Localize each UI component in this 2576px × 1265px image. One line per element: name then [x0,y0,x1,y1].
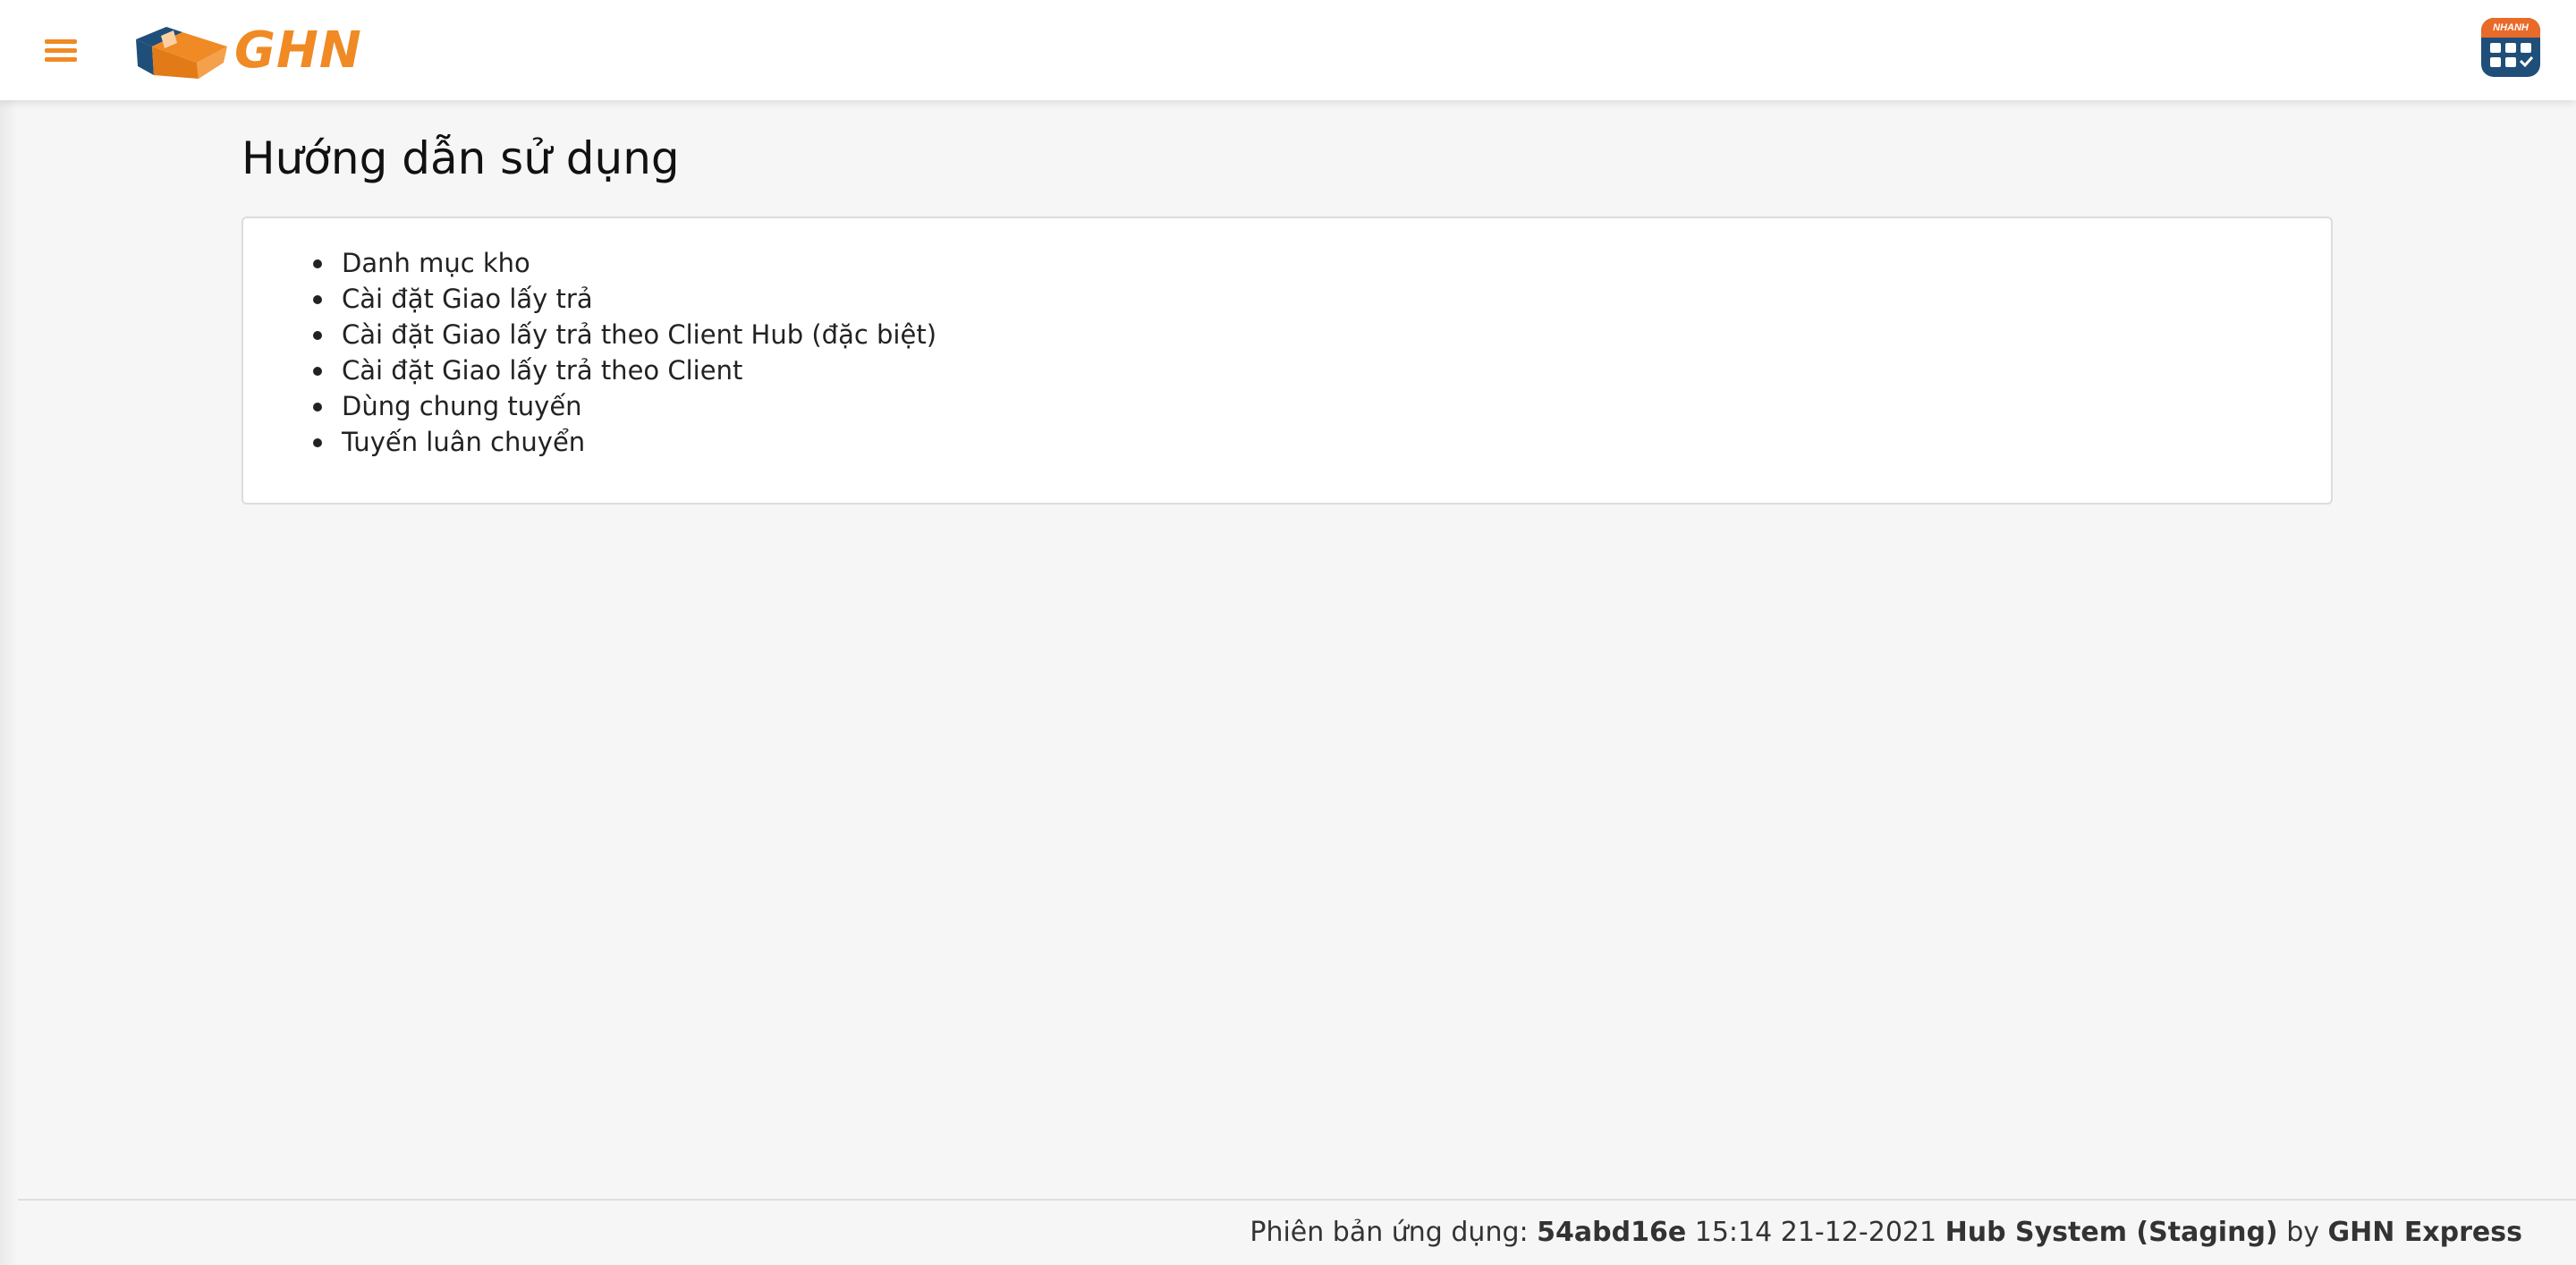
bullet-icon [313,367,322,376]
top-bar: GHN NHANH [0,0,2576,100]
company-name: GHN Express [2327,1217,2522,1248]
bullet-icon [313,403,322,412]
guide-item-label: Danh mục kho [342,248,530,278]
footer-divider [18,1199,2576,1201]
ghn-logo[interactable]: GHN [131,20,363,81]
box-icon [136,27,227,79]
guide-item-cai-dat-giao-lay-tra[interactable]: Cài đặt Giao lấy trả [313,281,936,317]
by-label: by [2286,1217,2319,1248]
left-shadow [0,100,18,1265]
guide-item-label: Cài đặt Giao lấy trả theo Client [342,355,743,386]
apps-badge-label: NHANH [2481,18,2540,38]
menu-icon[interactable] [36,30,86,70]
bullet-icon [313,438,322,447]
build-datetime: 15:14 21-12-2021 [1694,1217,1937,1248]
grid-icon [2490,43,2534,68]
footer: Phiên bản ứng dụng: 54abd16e 15:14 21-12… [1250,1217,2522,1248]
guide-item-client[interactable]: Cài đặt Giao lấy trả theo Client [313,352,936,388]
system-name: Hub System (Staging) [1945,1217,2278,1248]
guide-item-client-hub[interactable]: Cài đặt Giao lấy trả theo Client Hub (đặ… [313,317,937,352]
version-label: Phiên bản ứng dụng: [1250,1217,1529,1248]
logo-text: GHN [234,21,362,80]
page-title: Hướng dẫn sử dụng [242,132,680,184]
guide-item-label: Cài đặt Giao lấy trả [342,284,593,314]
guide-card: Danh mục kho Cài đặt Giao lấy trả Cài đặ… [242,216,2333,505]
bullet-icon [313,295,322,304]
bullet-icon [313,331,322,340]
guide-item-danh-muc-kho[interactable]: Danh mục kho [313,245,936,281]
guide-list: Danh mục kho Cài đặt Giao lấy trả Cài đặ… [313,245,937,460]
bullet-icon [313,259,322,268]
guide-item-label: Cài đặt Giao lấy trả theo Client Hub (đặ… [342,319,937,350]
guide-item-dung-chung-tuyen[interactable]: Dùng chung tuyến [313,388,936,424]
guide-item-label: Dùng chung tuyến [342,391,582,421]
apps-launcher-button[interactable]: NHANH [2481,18,2540,77]
guide-item-tuyen-luan-chuyen[interactable]: Tuyến luân chuyển [313,424,936,460]
commit-hash: 54abd16e [1537,1217,1687,1248]
guide-item-label: Tuyến luân chuyển [342,427,586,457]
